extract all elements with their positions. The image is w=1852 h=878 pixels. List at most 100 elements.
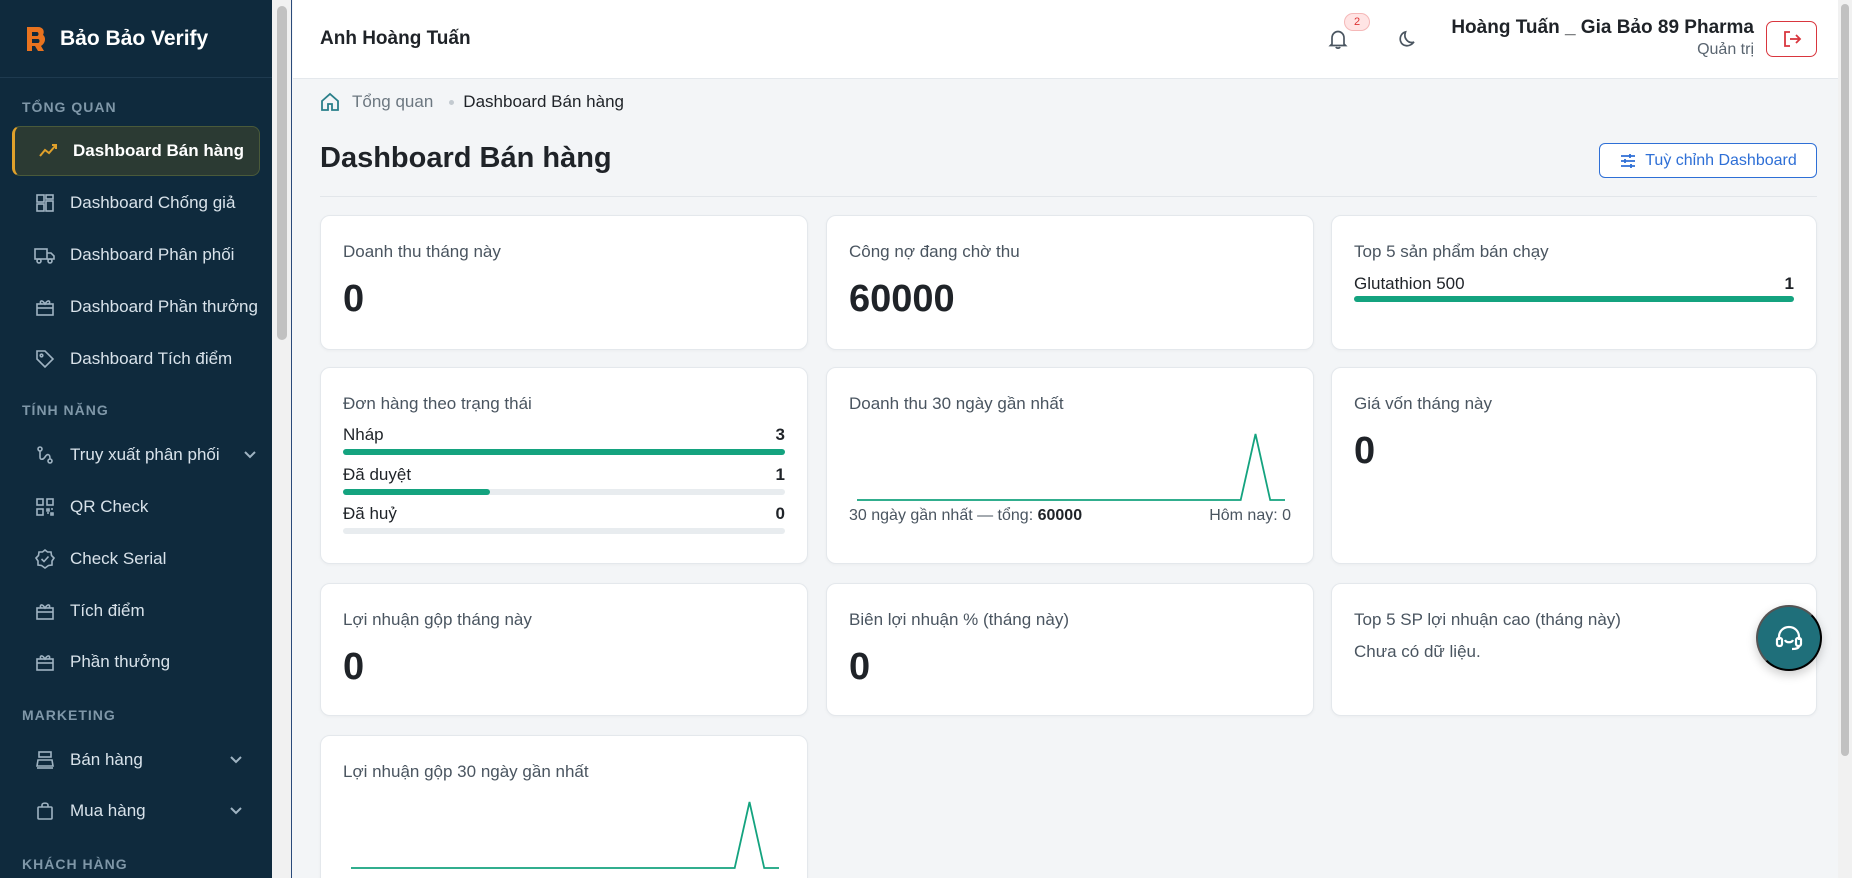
cash-register-icon	[34, 749, 56, 771]
sidebar-item-label: Bán hàng	[70, 750, 143, 769]
page-scrollbar-thumb[interactable]	[1841, 4, 1849, 756]
card-title: Công nợ đang chờ thu	[849, 242, 1020, 261]
top-product-name: Glutathion 500	[1354, 274, 1465, 293]
brand-name: Bảo Bảo Verify	[60, 26, 209, 50]
progress-track	[343, 528, 785, 534]
sidebar-item-qr-check[interactable]: QR Check	[12, 482, 260, 532]
support-chat-button[interactable]	[1756, 605, 1822, 671]
status-label: Đã huỷ	[343, 504, 397, 523]
status-count: 0	[775, 504, 785, 523]
status-label: Nháp	[343, 425, 384, 444]
gift-icon	[34, 600, 56, 622]
sidebar-item-label: Mua hàng	[70, 801, 146, 820]
progress-fill	[1354, 296, 1794, 302]
sidebar-item-label: Tích điểm	[70, 601, 145, 620]
badge-check-icon	[34, 548, 56, 570]
sidebar-scrollbar-thumb[interactable]	[277, 6, 287, 340]
moon-icon[interactable]	[1397, 28, 1419, 50]
status-count: 1	[775, 465, 785, 484]
card-title: Lợi nhuận gộp 30 ngày gần nhất	[343, 762, 589, 781]
breadcrumb-separator	[449, 99, 455, 105]
progress-track	[343, 449, 785, 455]
card-gross-profit-month: Lợi nhuận gộp tháng này 0	[320, 583, 808, 716]
chart-today: Hôm nay: 0	[1209, 507, 1291, 524]
sliders-icon	[1621, 153, 1636, 168]
sidebar-item-rewards[interactable]: Phần thưởng	[12, 637, 260, 687]
top-product-value: 1	[1784, 274, 1794, 293]
card-receivables: Công nợ đang chờ thu 60000	[826, 215, 1314, 350]
status-count: 3	[775, 425, 785, 444]
progress-track	[1354, 296, 1794, 302]
card-title: Đơn hàng theo trạng thái	[343, 394, 532, 413]
customize-dashboard-button[interactable]: Tuỳ chỉnh Dashboard	[1599, 143, 1817, 178]
progress-fill	[343, 449, 785, 455]
empty-state-text: Chưa có dữ liệu.	[1354, 642, 1481, 661]
sidebar-item-dashboard-distribution[interactable]: Dashboard Phân phối	[12, 230, 260, 280]
sidebar-item-label: Dashboard Phần thưởng	[70, 297, 258, 316]
sidebar-item-dashboard-sales[interactable]: Dashboard Bán hàng	[12, 126, 260, 176]
sidebar-item-sales[interactable]: Bán hàng	[12, 735, 260, 785]
card-value: 0	[343, 646, 365, 688]
section-label-marketing: MARKETING	[22, 707, 116, 723]
sidebar-item-dashboard-anti-counterfeit[interactable]: Dashboard Chống giả	[12, 178, 260, 228]
sidebar-item-check-serial[interactable]: Check Serial	[12, 534, 260, 584]
card-value: 60000	[849, 278, 955, 320]
card-title: Giá vốn tháng này	[1354, 394, 1492, 413]
sidebar-item-label: Dashboard Chống giả	[70, 193, 236, 212]
sidebar-item-points[interactable]: Tích điểm	[12, 586, 260, 636]
sidebar-item-distribution-trace[interactable]: Truy xuất phân phối	[12, 430, 260, 480]
card-revenue-30d: Doanh thu 30 ngày gần nhất 30 ngày gần n…	[826, 367, 1314, 564]
top-title: Anh Hoàng Tuấn	[320, 28, 471, 49]
card-value: 0	[343, 278, 365, 320]
sidebar-item-label: Check Serial	[70, 549, 167, 568]
sidebar-item-dashboard-rewards[interactable]: Dashboard Phần thưởng	[12, 282, 260, 332]
qr-icon	[34, 496, 56, 518]
gift-icon	[34, 651, 56, 673]
page-title: Dashboard Bán hàng	[320, 142, 612, 174]
card-gross-profit-30d: Lợi nhuận gộp 30 ngày gần nhất	[320, 735, 808, 878]
notification-badge: 2	[1344, 13, 1371, 31]
trend-icon	[37, 140, 59, 162]
logout-button[interactable]	[1766, 21, 1817, 57]
chevron-down-icon	[230, 804, 242, 818]
gift-icon	[34, 296, 56, 318]
truck-icon	[34, 244, 56, 266]
title-divider	[320, 196, 1817, 197]
sidebar-item-label: Dashboard Tích điểm	[70, 349, 233, 368]
gross-profit-30d-chart	[351, 801, 779, 869]
card-title: Doanh thu 30 ngày gần nhất	[849, 394, 1064, 413]
chart-footer: 30 ngày gần nhất — tổng: 60000 Hôm nay: …	[849, 507, 1291, 525]
card-value: 0	[1354, 430, 1376, 472]
card-orders-by-status: Đơn hàng theo trạng thái Nháp 3 Đã duyệt…	[320, 367, 808, 564]
section-label-overview: TỔNG QUAN	[22, 99, 117, 115]
user-name[interactable]: Hoàng Tuấn _ Gia Bảo 89 Pharma	[1451, 17, 1754, 39]
progress-fill	[343, 489, 491, 495]
headset-icon	[1775, 625, 1803, 651]
topbar: Anh Hoàng Tuấn 2 Hoàng Tuấn _ Gia Bảo 89…	[293, 0, 1838, 79]
chart-series-line	[857, 433, 1285, 501]
page-scrollbar[interactable]	[1838, 0, 1852, 878]
bag-icon	[34, 800, 56, 822]
home-icon[interactable]	[320, 92, 340, 112]
card-cogs-month: Giá vốn tháng này 0	[1331, 367, 1817, 564]
sidebar-item-dashboard-points[interactable]: Dashboard Tích điểm	[12, 334, 260, 384]
card-top-profit: Top 5 SP lợi nhuận cao (tháng này) Chưa …	[1331, 583, 1817, 716]
breadcrumb: Tổng quan Dashboard Bán hàng	[320, 92, 624, 112]
card-top-products: Top 5 sản phẩm bán chạy Glutathion 500 1	[1331, 215, 1817, 350]
card-title: Top 5 sản phẩm bán chạy	[1354, 242, 1549, 261]
card-margin-month: Biên lợi nhuận % (tháng này) 0	[826, 583, 1314, 716]
sidebar-item-label: QR Check	[70, 497, 149, 516]
card-revenue-month: Doanh thu tháng này 0	[320, 215, 808, 350]
bell-icon[interactable]	[1327, 28, 1349, 50]
section-label-features: TÍNH NĂNG	[22, 402, 109, 418]
card-title: Doanh thu tháng này	[343, 242, 501, 261]
sidebar-scrollbar[interactable]	[272, 0, 292, 878]
card-title: Biên lợi nhuận % (tháng này)	[849, 610, 1070, 629]
breadcrumb-current: Dashboard Bán hàng	[463, 92, 624, 111]
sidebar-item-purchases[interactable]: Mua hàng	[12, 786, 260, 836]
user-role: Quản trị	[1697, 41, 1754, 58]
brand[interactable]: Bảo Bảo Verify	[0, 0, 272, 78]
progress-track	[343, 489, 785, 495]
sidebar: Bảo Bảo Verify TỔNG QUAN Dashboard Bán h…	[0, 0, 272, 878]
breadcrumb-home-link[interactable]: Tổng quan	[352, 92, 433, 112]
